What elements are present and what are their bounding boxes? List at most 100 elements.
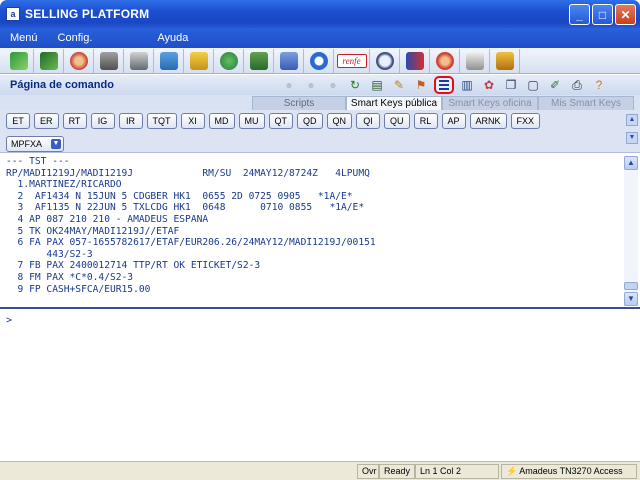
status-position: Ln 1 Col 2 (415, 464, 499, 479)
stop-icon[interactable]: ● (324, 77, 342, 93)
paste-icon[interactable]: ▢ (524, 77, 542, 93)
menu-bar: Menú Config. Ayuda (0, 28, 640, 48)
maximize-button[interactable]: □ (592, 4, 613, 25)
smart-key-button[interactable]: RL (413, 113, 438, 129)
chevron-down-icon[interactable]: ▼ (51, 139, 61, 149)
mpfxa-dropdown[interactable]: MPFXA ▼ (6, 136, 64, 152)
scroll-up-icon[interactable]: ▲ (626, 114, 638, 126)
main-toolbar: renfe (0, 48, 640, 74)
info-icon[interactable] (304, 48, 334, 73)
scroll-thumb[interactable] (624, 282, 638, 290)
scroll-down-icon[interactable]: ▼ (624, 292, 638, 306)
terminal-line: 5 TK OK24MAY/MADI1219J//ETAF (6, 225, 180, 237)
tower-icon[interactable] (400, 48, 430, 73)
smart-keys-tabs: Scripts Smart Keys pública Smart Keys of… (0, 95, 640, 110)
terminal-line: 4 AP 087 210 210 - AMADEUS ESPANA (6, 213, 209, 225)
notes-icon[interactable]: ▤ (368, 77, 386, 93)
ship-icon[interactable] (154, 48, 184, 73)
terminal-line: 8 FM PAX *C*0.4/S2-3 (6, 271, 134, 283)
calculator-icon[interactable] (244, 48, 274, 73)
minimize-button[interactable]: _ (569, 4, 590, 25)
smart-keys-panel: ET ER RT IG IR TQT XI MD MU QT QD QN QI QU RL AP ARNK FXX… (0, 110, 640, 153)
smart-key-button[interactable]: TQT (146, 113, 177, 129)
status-state: Ready (379, 464, 415, 479)
smart-keys-row: ET ER RT IG IR TQT XI MD MU QT QD QN QI QU RL AP ARNK FXX (6, 113, 541, 129)
smart-key-button[interactable]: QN (326, 113, 353, 129)
back-icon[interactable]: ● (280, 77, 298, 93)
smart-key-button[interactable]: QI (356, 113, 381, 129)
smart-key-button[interactable]: IR (118, 113, 143, 129)
command-page-bar: Página de comando ● ● ● ↻ ▤ ✎ ⚑ ▥ ✿ ❐ ▢ … (0, 75, 640, 95)
smart-key-button[interactable]: AP (441, 113, 466, 129)
tab-smart-keys-office[interactable]: Smart Keys oficina (442, 96, 538, 110)
menu-item-help[interactable]: Ayuda (147, 32, 198, 44)
scroll-down-icon[interactable]: ▼ (626, 132, 638, 144)
smart-key-button[interactable]: RT (62, 113, 87, 129)
terminal-line: 3 AF1135 N 22JUN 5 TXLCDG HK1 0648 0710 … (6, 202, 365, 214)
forward-icon[interactable]: ● (302, 77, 320, 93)
terminal-text: --- TST --- RP/MADI1219J/MADI1219J RM/SU … (6, 156, 618, 295)
book-icon[interactable] (4, 48, 34, 73)
terminal-line: 443/S2-3 (6, 248, 93, 260)
tab-scripts[interactable]: Scripts (252, 96, 346, 110)
smartkeys-icon[interactable] (434, 76, 454, 94)
smart-key-button[interactable]: MD (208, 113, 235, 129)
smart-key-button[interactable]: QU (384, 113, 410, 129)
edit-icon[interactable]: ✐ (546, 77, 564, 93)
smart-key-button[interactable]: ET (6, 113, 30, 129)
person-icon[interactable] (64, 48, 94, 73)
terminal-line: RP/MADI1219J/MADI1219J RM/SU 24MAY12/872… (6, 167, 370, 179)
command-input-area[interactable]: > (0, 311, 640, 461)
renfe-logo[interactable]: renfe (334, 48, 370, 73)
cart-icon[interactable] (490, 48, 520, 73)
menu-item-config[interactable]: Config. (48, 32, 103, 44)
close-button[interactable]: ✕ (615, 4, 636, 25)
menu-item-menu[interactable]: Menú (0, 32, 48, 44)
tab-my-smart-keys[interactable]: Mis Smart Keys (538, 96, 634, 110)
ticket-icon[interactable] (460, 48, 490, 73)
status-bar: Ovr Ready Ln 1 Col 2 ⚡ Amadeus TN3270 Acc… (0, 461, 640, 480)
smart-key-button[interactable]: ER (34, 113, 59, 129)
terminal-line: 6 FA PAX 057-1655782617/ETAF/EUR206.26/2… (6, 237, 376, 249)
scroll-up-icon[interactable]: ▲ (624, 156, 638, 170)
columns-icon[interactable]: ▥ (458, 77, 476, 93)
globe-icon[interactable] (214, 48, 244, 73)
search-icon[interactable] (370, 48, 400, 73)
print-icon[interactable]: ⎙ (568, 77, 586, 93)
smart-key-button[interactable]: FXX (510, 113, 541, 129)
document-icon[interactable] (274, 48, 304, 73)
smart-key-button[interactable]: XI (180, 113, 205, 129)
smart-key-button[interactable]: QT (268, 113, 294, 129)
command-toolbar: ● ● ● ↻ ▤ ✎ ⚑ ▥ ✿ ❐ ▢ ✐ ⎙ ? (280, 75, 608, 95)
copy-icon[interactable]: ❐ (502, 77, 520, 93)
car-icon[interactable] (94, 48, 124, 73)
smart-key-button[interactable]: MU (238, 113, 265, 129)
connection-label: Amadeus TN3270 Access (519, 466, 623, 476)
terminal-line: 2 AF1434 N 15JUN 5 CDGBER HK1 0655 2D 07… (6, 190, 353, 202)
app-icon: a (6, 7, 20, 21)
vertical-scrollbar[interactable]: ▲ ▼ (624, 156, 638, 306)
agent-icon[interactable] (430, 48, 460, 73)
tab-smart-keys-public[interactable]: Smart Keys pública (346, 96, 442, 110)
refresh-icon[interactable]: ↻ (346, 77, 364, 93)
monitor-icon[interactable] (34, 48, 64, 73)
status-connection: ⚡ Amadeus TN3270 Access (501, 464, 637, 479)
page-title: Página de comando (10, 79, 114, 91)
bolt-icon: ⚡ (506, 466, 518, 476)
hotel-icon[interactable] (184, 48, 214, 73)
command-prompt: > (6, 315, 13, 326)
terminal-output: --- TST --- RP/MADI1219J/MADI1219J RM/SU … (0, 154, 640, 309)
terminal-line: 7 FB PAX 2400012714 TTP/RT OK ETICKET/S2… (6, 260, 261, 272)
flag-icon[interactable]: ⚑ (412, 77, 430, 93)
window-title: SELLING PLATFORM (25, 7, 150, 21)
smart-key-button[interactable]: QD (297, 113, 323, 129)
palette-icon[interactable]: ✿ (480, 77, 498, 93)
help-icon[interactable]: ? (590, 77, 608, 93)
terminal-line: 9 FP CASH+SFCA/EUR15.00 (6, 283, 151, 295)
train-icon[interactable] (124, 48, 154, 73)
pencil-icon[interactable]: ✎ (390, 77, 408, 93)
terminal-line: --- TST --- (6, 156, 70, 167)
smart-key-button[interactable]: ARNK (469, 113, 507, 129)
keys-scroll: ▲ ▼ (626, 114, 638, 146)
smart-key-button[interactable]: IG (90, 113, 115, 129)
